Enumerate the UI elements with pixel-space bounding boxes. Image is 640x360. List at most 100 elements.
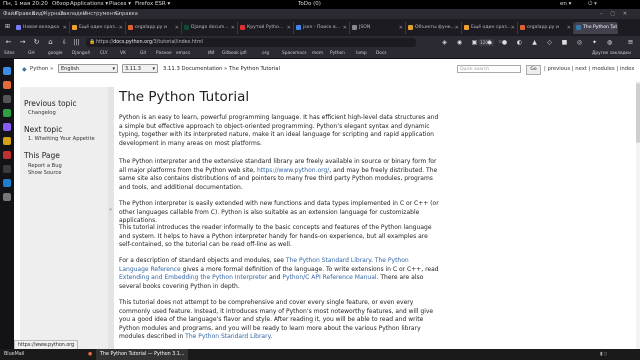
bookmark-item[interactable]: Spacemacs bbox=[282, 49, 307, 58]
language-select[interactable]: English ▾ bbox=[58, 64, 118, 73]
power-icon[interactable]: ⏻ ▾ bbox=[588, 0, 597, 9]
places-menu[interactable]: Places ▾ bbox=[109, 0, 131, 9]
overview-menu[interactable]: Обзор bbox=[52, 0, 70, 9]
dock-app-icon-6[interactable] bbox=[3, 179, 11, 187]
bookmark-item[interactable]: ИИ bbox=[208, 49, 214, 58]
dock-app-icon-2[interactable] bbox=[3, 109, 11, 117]
nav-links[interactable]: | previous | next | modules | index bbox=[544, 66, 634, 72]
extension-icon-9[interactable]: ■ bbox=[560, 38, 569, 47]
taskbar-window-python-tutorial[interactable]: The Python Tutorial — Python 3.1... bbox=[96, 349, 189, 360]
dock-app-icon-7[interactable] bbox=[3, 193, 11, 201]
tab-8[interactable]: Ещё один сраз... ✕ bbox=[462, 22, 518, 34]
tab-6[interactable]: JSON ✕ bbox=[350, 22, 406, 34]
bookmark-item[interactable]: lamp bbox=[356, 49, 367, 58]
tab-close-icon[interactable]: ✕ bbox=[63, 22, 67, 34]
hamburger-menu-icon[interactable]: ≡ bbox=[626, 38, 635, 47]
dock-terminal-icon[interactable] bbox=[3, 95, 11, 103]
go-button[interactable]: Go bbox=[526, 65, 541, 75]
next-topic-link[interactable]: 1. Whetting Your Appetite bbox=[28, 136, 95, 142]
bookmark-item[interactable]: Docs bbox=[376, 49, 387, 58]
bookmark-item[interactable]: Sites bbox=[4, 49, 15, 58]
tab-close-icon[interactable]: ✕ bbox=[611, 22, 615, 34]
back-arrow-icon[interactable]: ← bbox=[4, 38, 13, 47]
bookmark-item[interactable]: mom bbox=[312, 49, 323, 58]
tab-close-icon[interactable]: ✕ bbox=[175, 22, 179, 34]
sidebar-collapse-handle[interactable]: « bbox=[108, 87, 114, 349]
tab-0[interactable]: Новая вкладка ✕ bbox=[14, 22, 70, 34]
tab-10[interactable]: The Python Tut ✕ bbox=[574, 22, 618, 34]
dock-app-icon-5[interactable] bbox=[3, 165, 11, 173]
tab-close-icon[interactable]: ✕ bbox=[231, 22, 235, 34]
applications-menu[interactable]: Applications ▾ bbox=[70, 0, 108, 9]
language-indicator[interactable]: en ▾ bbox=[560, 0, 571, 9]
todo-indicator[interactable]: ToDo (0) bbox=[298, 0, 321, 9]
stdlib-link-2[interactable]: The Python Standard Library bbox=[185, 333, 270, 340]
bookmark-item[interactable]: ipfi bbox=[240, 49, 247, 58]
tab-9[interactable]: orgalapp.py и ✕ bbox=[518, 22, 574, 34]
extension-icon-2[interactable]: ◉ bbox=[455, 38, 464, 47]
extension-icon-3[interactable]: ▣ bbox=[470, 38, 479, 47]
library-icon[interactable]: ||| bbox=[72, 38, 81, 47]
tab-5[interactable]: json - Поиск в... ✕ bbox=[294, 22, 350, 34]
extension-icon-11[interactable]: ✦ bbox=[590, 38, 599, 47]
extension-icon-7[interactable]: ▲ bbox=[530, 38, 539, 47]
quick-search-input[interactable]: Quick search bbox=[457, 65, 521, 73]
tab-overview-icon[interactable]: ⊞ bbox=[3, 22, 12, 31]
taskbar-app-bluemail[interactable]: BlueMail bbox=[4, 349, 24, 360]
extension-icon[interactable]: ◈ bbox=[440, 38, 449, 47]
tab-1[interactable]: Ещё один сраз... ✕ bbox=[70, 22, 126, 34]
python-logo-icon[interactable]: ◆ bbox=[22, 66, 27, 73]
tab-close-icon[interactable]: ✕ bbox=[119, 22, 123, 34]
show-source-link[interactable]: Show Source bbox=[28, 170, 61, 176]
dock-app-icon-4[interactable] bbox=[3, 151, 11, 159]
reload-icon[interactable]: ↻ bbox=[32, 38, 41, 47]
window-controls[interactable]: – ▢ ✕ bbox=[600, 9, 630, 19]
breadcrumb[interactable]: 3.11.3 Documentation » The Python Tutori… bbox=[163, 66, 280, 72]
tab-3[interactable]: Django docum... ✕ bbox=[182, 22, 238, 34]
url-bar[interactable]: 🔒 https://docs.python.org/3/tutorial/ind… bbox=[86, 38, 502, 47]
bookmark-item[interactable]: Gitbook bbox=[222, 49, 239, 58]
app-menu[interactable]: Firefox ESR ▾ bbox=[135, 0, 170, 9]
forward-arrow-icon[interactable]: → bbox=[18, 38, 27, 47]
clock[interactable]: Пн, 1 мая 20:20 bbox=[3, 0, 48, 9]
home-icon[interactable]: ⌂ bbox=[46, 38, 55, 47]
bookmark-item[interactable]: emacs bbox=[176, 49, 190, 58]
menu-help[interactable]: Справка bbox=[115, 9, 138, 19]
extension-icon-5[interactable]: ● bbox=[500, 38, 509, 47]
bookmark-item[interactable]: CLY bbox=[100, 49, 107, 58]
tab-close-icon[interactable]: ✕ bbox=[567, 22, 571, 34]
dock-app-icon[interactable] bbox=[3, 67, 11, 75]
workspace-indicator[interactable]: ▮ ▯ bbox=[600, 349, 607, 360]
extension-icon-12[interactable]: ◍ bbox=[605, 38, 614, 47]
scrollbar-thumb[interactable] bbox=[636, 83, 640, 143]
bookmark-item[interactable]: GH bbox=[28, 49, 35, 58]
bookmark-item[interactable]: VK bbox=[120, 49, 126, 58]
version-select[interactable]: 3.11.3 ▾ bbox=[122, 64, 158, 73]
dock-firefox-icon[interactable] bbox=[3, 81, 11, 89]
bookmark-item[interactable]: Другие закладки bbox=[592, 49, 631, 58]
tab-close-icon[interactable]: ✕ bbox=[343, 22, 347, 34]
bookmark-item[interactable]: Разное bbox=[156, 49, 172, 58]
python-home-link[interactable]: Python » bbox=[30, 66, 53, 72]
extension-icon-4[interactable]: ◆ bbox=[485, 38, 494, 47]
bookmark-item[interactable]: google bbox=[48, 49, 63, 58]
tab-close-icon[interactable]: ✕ bbox=[399, 22, 403, 34]
bookmark-item[interactable]: org bbox=[262, 49, 269, 58]
previous-topic-link[interactable]: Changelog bbox=[28, 110, 56, 116]
lock-icon[interactable]: 🔒 bbox=[89, 38, 95, 47]
extending-link[interactable]: Extending and Embedding the Python Inter… bbox=[119, 274, 267, 281]
tab-close-icon[interactable]: ✕ bbox=[287, 22, 291, 34]
bookmark-item[interactable]: Python bbox=[330, 49, 345, 58]
download-icon[interactable]: ⇩ bbox=[60, 38, 69, 47]
tab-close-icon[interactable]: ✕ bbox=[511, 22, 515, 34]
tab-7[interactable]: Объекты функ... ✕ bbox=[406, 22, 462, 34]
bookmark-item[interactable]: Django4 bbox=[72, 49, 90, 58]
stdlib-link[interactable]: The Python Standard Library bbox=[286, 257, 371, 264]
report-bug-link[interactable]: Report a Bug bbox=[28, 163, 62, 169]
dock-folder-icon[interactable] bbox=[3, 137, 11, 145]
tab-4[interactable]: Крутой Pytho... ✕ bbox=[238, 22, 294, 34]
dock-app-icon-3[interactable] bbox=[3, 123, 11, 131]
python-site-link[interactable]: https://www.python.org/ bbox=[257, 167, 329, 174]
tab-2[interactable]: orgalapp.py и ✕ bbox=[126, 22, 182, 34]
extension-icon-10[interactable]: ◎ bbox=[575, 38, 584, 47]
